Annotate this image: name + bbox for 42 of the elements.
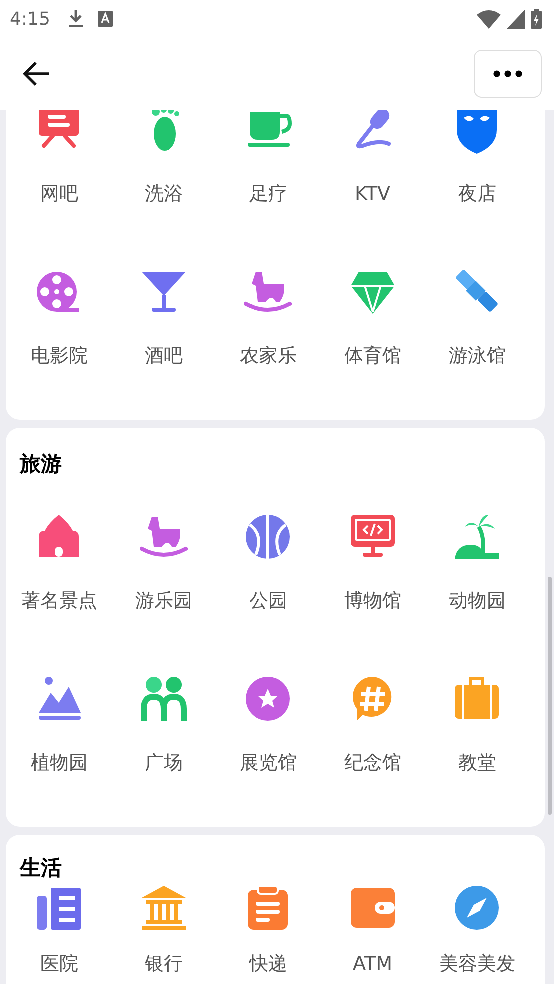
category-label[interactable]: 动物园 <box>448 589 506 613</box>
battery-icon <box>531 9 542 29</box>
category-label[interactable]: 广场 <box>144 751 183 775</box>
category-label[interactable]: 游乐园 <box>135 589 192 613</box>
download-icon <box>68 10 84 28</box>
back-arrow-icon[interactable] <box>22 61 50 87</box>
category-label[interactable]: 电影院 <box>30 344 88 368</box>
more-icon <box>493 70 523 78</box>
category-label[interactable]: KTV <box>354 182 391 206</box>
category-label[interactable]: 体育馆 <box>344 344 402 368</box>
category-label[interactable]: 著名景点 <box>21 589 98 613</box>
bank-icon[interactable] <box>140 884 188 932</box>
section-title: 旅游 <box>20 451 62 477</box>
category-label[interactable]: 公园 <box>249 589 288 613</box>
keyboard-icon <box>98 11 114 27</box>
category-label[interactable]: 快递 <box>249 952 288 976</box>
signal-icon <box>507 10 525 28</box>
category-label[interactable]: 银行 <box>144 952 183 976</box>
palm-island-icon[interactable] <box>453 513 502 561</box>
wifi-icon <box>477 10 501 28</box>
category-label[interactable]: 教堂 <box>458 751 496 775</box>
category-label[interactable]: 足疗 <box>249 182 288 206</box>
category-label[interactable]: 医院 <box>40 952 78 976</box>
category-label[interactable]: 网吧 <box>40 182 78 206</box>
more-button[interactable] <box>474 50 542 98</box>
people-icon[interactable] <box>140 675 188 723</box>
section-title: 生活 <box>20 855 62 881</box>
category-label[interactable]: 洗浴 <box>144 182 183 206</box>
star-badge-icon[interactable] <box>244 675 292 723</box>
status-time: 4:15 <box>10 8 50 30</box>
category-label[interactable]: 博物馆 <box>344 589 402 613</box>
category-label[interactable]: 美容美发 <box>439 952 516 976</box>
category-label[interactable]: ATM <box>352 952 393 976</box>
category-label[interactable]: 植物园 <box>30 751 88 775</box>
category-label[interactable]: 农家乐 <box>240 344 297 368</box>
category-label[interactable]: 游泳馆 <box>448 344 506 368</box>
category-label[interactable]: 展览馆 <box>240 751 297 775</box>
category-label[interactable]: 纪念馆 <box>344 751 402 775</box>
ball-icon[interactable] <box>244 513 292 561</box>
compass-icon[interactable] <box>453 884 502 932</box>
category-label[interactable]: 夜店 <box>458 182 496 206</box>
category-label[interactable]: 酒吧 <box>144 344 183 368</box>
